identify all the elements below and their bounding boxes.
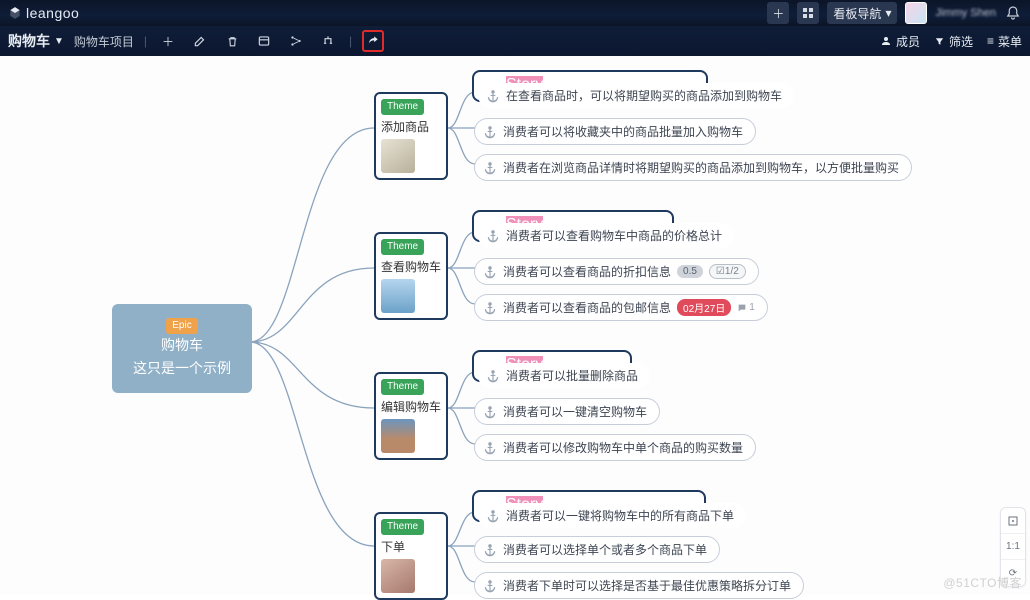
story-text: 消费者可以一键将购物车中的所有商品下单 — [506, 507, 734, 524]
story-card[interactable]: 消费者可以查看商品的包邮信息 02月27日 1 — [474, 294, 768, 321]
avatar[interactable] — [905, 2, 927, 24]
logo-icon — [8, 6, 22, 20]
theme-thumb — [381, 279, 415, 313]
story-text: 消费者可以将收藏夹中的商品批量加入购物车 — [503, 123, 743, 140]
comment-badge: 1 — [737, 302, 755, 313]
board-title[interactable]: 购物车▼ — [8, 31, 64, 51]
board-nav-dropdown[interactable]: 看板导航 ▾ — [827, 2, 897, 24]
theme-node[interactable]: Theme 下单 — [374, 512, 448, 600]
theme-thumb — [381, 419, 415, 453]
toolbar-card-icon[interactable] — [253, 30, 275, 52]
theme-tag: Theme — [381, 519, 424, 535]
theme-title: 下单 — [381, 538, 441, 555]
story-card[interactable]: 消费者可以修改购物车中单个商品的购买数量 — [474, 434, 756, 461]
story-card[interactable]: 消费者可以查看商品的折扣信息 0.5 ☑1/2 — [474, 258, 759, 285]
zoom-fit-button[interactable] — [1001, 508, 1025, 534]
story-card[interactable]: 消费者可以将收藏夹中的商品批量加入购物车 — [474, 118, 756, 145]
project-name[interactable]: 购物车项目 — [74, 33, 134, 50]
anchor-icon — [483, 161, 497, 175]
story-card[interactable]: 消费者可以选择单个或者多个商品下单 — [474, 536, 720, 563]
story-text: 在查看商品时，可以将期望购买的商品添加到购物车 — [506, 87, 782, 104]
anchor-icon — [486, 89, 500, 103]
brand-name: leangoo — [26, 5, 79, 21]
theme-thumb — [381, 139, 415, 173]
theme-tag: Theme — [381, 239, 424, 255]
zoom-panel: 1:1 ⟳ — [1000, 507, 1026, 587]
theme-tag: Theme — [381, 379, 424, 395]
anchor-icon — [483, 405, 497, 419]
mindmap-canvas[interactable]: Epic 购物车 这只是一个示例 Theme 添加商品 Theme 查看购物车 … — [0, 56, 1030, 595]
zoom-reset-button[interactable]: ⟳ — [1001, 560, 1025, 586]
zoom-ratio-button[interactable]: 1:1 — [1001, 534, 1025, 560]
story-text: 消费者下单时可以选择是否基于最佳优惠策略拆分订单 — [503, 577, 791, 594]
story-card[interactable]: 消费者可以查看购物车中商品的价格总计 — [478, 223, 734, 248]
anchor-icon — [483, 579, 497, 593]
menu-icon: ≡ — [987, 34, 994, 48]
story-text: 消费者可以批量删除商品 — [506, 367, 638, 384]
topbar: leangoo ＋ 看板导航 ▾ Jimmy Shen — [0, 0, 1030, 26]
story-text: 消费者可以选择单个或者多个商品下单 — [503, 541, 707, 558]
story-text: 消费者可以查看购物车中商品的价格总计 — [506, 227, 722, 244]
anchor-icon — [486, 229, 500, 243]
story-card[interactable]: 消费者在浏览商品详情时将期望购买的商品添加到购物车，以方便批量购买 — [474, 154, 912, 181]
story-card[interactable]: 消费者可以一键将购物车中的所有商品下单 — [478, 503, 746, 528]
add-button[interactable]: ＋ — [767, 2, 789, 24]
theme-node[interactable]: Theme 添加商品 — [374, 92, 448, 180]
story-card[interactable]: 在查看商品时，可以将期望购买的商品添加到购物车 — [478, 83, 794, 108]
toolbar-add-icon[interactable]: ＋ — [157, 30, 179, 52]
apps-button[interactable] — [797, 2, 819, 24]
theme-title: 查看购物车 — [381, 258, 441, 275]
anchor-icon — [486, 369, 500, 383]
menu-link[interactable]: ≡菜单 — [987, 33, 1022, 50]
theme-title: 添加商品 — [381, 118, 441, 135]
checklist-pill: ☑1/2 — [709, 264, 746, 279]
anchor-icon — [483, 543, 497, 557]
chevron-down-icon: ▼ — [54, 36, 64, 47]
story-text: 消费者可以查看商品的包邮信息 — [503, 299, 671, 316]
story-card[interactable]: 消费者可以一键清空购物车 — [474, 398, 660, 425]
toolbar-share-net-icon[interactable] — [285, 30, 307, 52]
toolbar-delete-icon[interactable] — [221, 30, 243, 52]
story-text: 消费者可以修改购物车中单个商品的购买数量 — [503, 439, 743, 456]
bell-icon[interactable] — [1004, 4, 1022, 22]
epic-tag: Epic — [166, 318, 197, 334]
story-text: 消费者可以查看商品的折扣信息 — [503, 263, 671, 280]
toolbar-export-icon[interactable] — [362, 30, 384, 52]
brand-logo[interactable]: leangoo — [8, 5, 79, 21]
toolbar-hierarchy-icon[interactable] — [317, 30, 339, 52]
story-text: 消费者在浏览商品详情时将期望购买的商品添加到购物车，以方便批量购买 — [503, 159, 899, 176]
theme-node[interactable]: Theme 编辑购物车 — [374, 372, 448, 460]
anchor-icon — [483, 265, 497, 279]
theme-node[interactable]: Theme 查看购物车 — [374, 232, 448, 320]
filter-link[interactable]: 筛选 — [934, 33, 973, 50]
anchor-icon — [483, 301, 497, 315]
points-pill: 0.5 — [677, 265, 703, 278]
board-nav-label: 看板导航 — [833, 5, 881, 22]
members-link[interactable]: 成员 — [880, 33, 920, 50]
epic-subtitle: 这只是一个示例 — [122, 357, 242, 379]
story-text: 消费者可以一键清空购物车 — [503, 403, 647, 420]
theme-title: 编辑购物车 — [381, 398, 441, 415]
username[interactable]: Jimmy Shen — [935, 7, 996, 19]
date-pill: 02月27日 — [677, 299, 731, 316]
anchor-icon — [483, 441, 497, 455]
chevron-down-icon: ▾ — [885, 6, 891, 20]
anchor-icon — [483, 125, 497, 139]
theme-tag: Theme — [381, 99, 424, 115]
anchor-icon — [486, 509, 500, 523]
epic-title: 购物车 — [122, 334, 242, 356]
board-toolbar: 购物车▼ 购物车项目 | ＋ | 成员 筛选 ≡菜单 — [0, 26, 1030, 56]
epic-node[interactable]: Epic 购物车 这只是一个示例 — [112, 304, 252, 393]
theme-thumb — [381, 559, 415, 593]
toolbar-edit-icon[interactable] — [189, 30, 211, 52]
story-card[interactable]: 消费者可以批量删除商品 — [478, 363, 650, 388]
